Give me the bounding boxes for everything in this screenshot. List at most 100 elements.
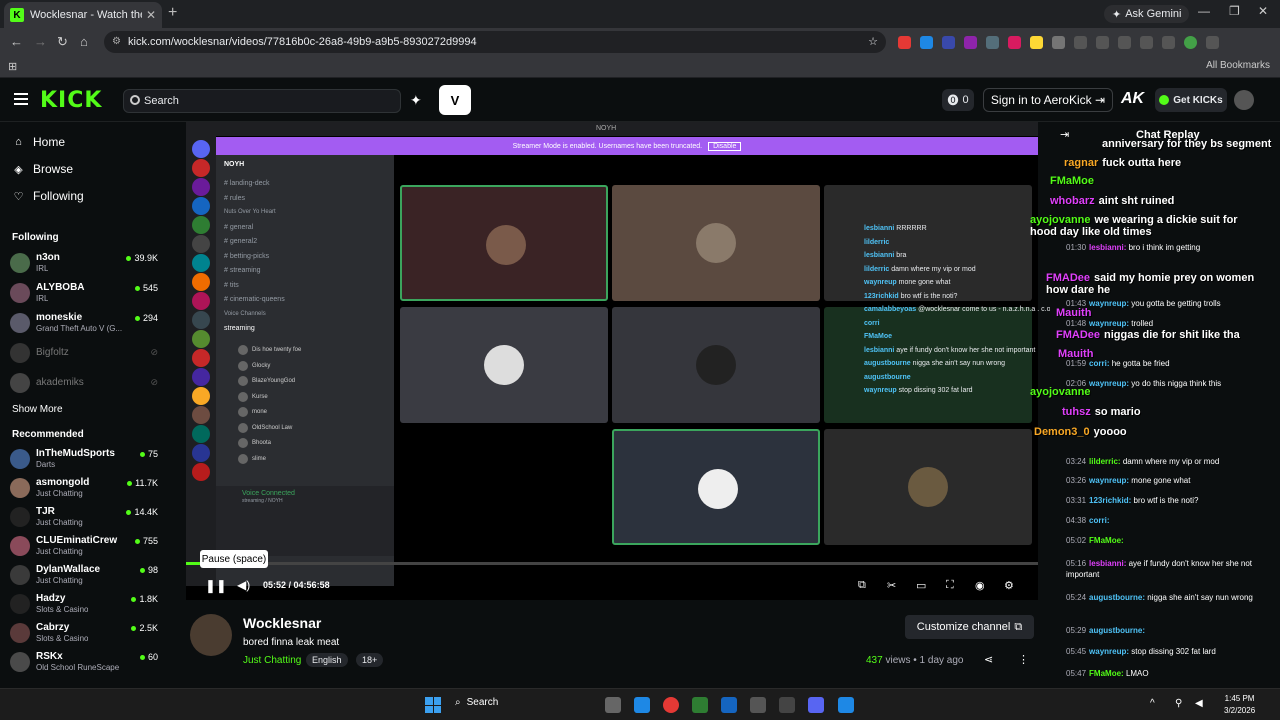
chat-username[interactable]: ayojovanne [1030, 214, 1091, 226]
link-icon[interactable] [1096, 36, 1109, 49]
chat-username[interactable]: lesbianni: [1089, 243, 1126, 252]
search-input[interactable]: Search [123, 89, 401, 113]
theater-mode-icon[interactable]: ▭ [916, 579, 926, 592]
sidebar-channel[interactable]: DylanWallace Just Chatting 98 [10, 562, 162, 590]
extension-icon[interactable] [1008, 36, 1021, 49]
menu-hamburger-icon[interactable] [14, 93, 28, 105]
chat-username[interactable]: waynreup: [1089, 647, 1129, 656]
collapse-chat-icon[interactable]: ⇥ [1060, 128, 1069, 141]
extension-icon[interactable] [920, 36, 933, 49]
fullscreen-icon[interactable]: ⛶ [946, 579, 954, 592]
windows-start-icon[interactable] [425, 697, 441, 713]
bookmarks-icon[interactable] [1118, 36, 1131, 49]
chat-username[interactable]: augustbourne: [1089, 593, 1145, 602]
discord-icon[interactable] [808, 697, 824, 713]
chat-username[interactable]: waynreup: [1089, 299, 1129, 308]
reload-icon[interactable]: ↻ [57, 34, 68, 50]
aerokick-logo[interactable]: AK [1121, 90, 1144, 108]
back-icon[interactable]: ← [10, 34, 23, 49]
new-tab-button[interactable]: + [168, 4, 177, 22]
sidebar-channel[interactable]: RSKx Old School RuneScape 60 [10, 649, 162, 677]
sidebar-channel[interactable]: Cabrzy Slots & Casino 2.5K [10, 620, 162, 648]
chat-username[interactable]: augustbourne: [1089, 626, 1145, 635]
sidebar-channel[interactable]: asmongold Just Chatting 11.7K [10, 475, 162, 503]
download-icon[interactable] [1140, 36, 1153, 49]
bookmark-star-icon[interactable]: ☆ [868, 35, 878, 48]
tray-chevron-icon[interactable]: ^ [1150, 698, 1155, 709]
extension-icon[interactable] [986, 36, 999, 49]
sign-in-button[interactable]: Sign in to AeroKick ⇥ [983, 88, 1113, 112]
kick-logo[interactable]: KICK [40, 88, 102, 113]
volume-tray-icon[interactable]: ◀ [1195, 698, 1203, 709]
sidebar-channel[interactable]: InTheMudSports Darts 75 [10, 446, 162, 474]
pause-icon[interactable]: ❚❚ [205, 578, 227, 594]
sidebar-channel[interactable]: n3on IRL 39.9K [10, 250, 162, 278]
show-more-button[interactable]: Show More [12, 404, 63, 415]
browser-tab[interactable]: K Wocklesnar - Watch the VO ✕ [4, 2, 162, 28]
sidebar-channel[interactable]: moneskie Grand Theft Auto V (G... 294 [10, 310, 162, 338]
close-window-button[interactable]: ✕ [1258, 4, 1268, 18]
chat-username[interactable]: corri: [1089, 516, 1109, 525]
menu-kebab-icon[interactable] [1206, 36, 1219, 49]
sidebar-channel[interactable]: Hadzy Slots & Casino 1.8K [10, 591, 162, 619]
chat-username[interactable]: waynreup: [1089, 319, 1129, 328]
share-icon[interactable]: ⋖ [984, 653, 993, 666]
chat-username[interactable]: FMADee [1056, 329, 1100, 341]
sidebar-channel[interactable]: akademiks ⊘ [10, 370, 162, 398]
pip-icon[interactable]: ⧉ [858, 579, 866, 592]
task-view-icon[interactable] [605, 697, 621, 713]
chrome-icon[interactable] [663, 697, 679, 713]
chat-username[interactable]: lesbianni: [1089, 559, 1126, 568]
chat-username[interactable]: FMaMoe: [1089, 669, 1124, 678]
ask-gemini-button[interactable]: ✦ Ask Gemini [1104, 5, 1190, 23]
sidebar-channel[interactable]: Bigfoltz ⊘ [10, 340, 162, 368]
sidebar-item-browse[interactable]: ◈ Browse [12, 162, 73, 176]
notifications-button[interactable]: ⓿ 0 [942, 89, 974, 111]
steam-icon[interactable] [721, 697, 737, 713]
chat-username[interactable]: waynreup: [1089, 476, 1129, 485]
sidebar-channel[interactable]: TJR Just Chatting 14.4K [10, 504, 162, 532]
user-avatar[interactable] [1234, 90, 1254, 110]
chat-username[interactable]: tuhsz [1062, 406, 1091, 418]
clip-icon[interactable]: ✂ [887, 579, 896, 592]
chat-username[interactable]: Demon3_0 [1034, 426, 1090, 438]
app-icon[interactable] [838, 697, 854, 713]
app-icon[interactable] [779, 697, 795, 713]
minimize-window-button[interactable]: — [1198, 4, 1210, 18]
get-kicks-button[interactable]: Get KICKs [1155, 88, 1227, 112]
system-clock[interactable]: 1:45 PM 3/2/2026 [1224, 693, 1255, 717]
volume-icon[interactable]: ◀) [237, 578, 250, 592]
chat-username[interactable]: FMaMoe [1050, 175, 1094, 187]
chat-username[interactable]: ragnar [1064, 157, 1098, 169]
sparkle-icon[interactable]: ✦ [410, 92, 422, 109]
app-icon[interactable] [692, 697, 708, 713]
extension-icon[interactable] [898, 36, 911, 49]
sidebar-item-following[interactable]: ♡ Following [12, 189, 84, 203]
site-info-icon[interactable]: ⚙ [112, 36, 121, 47]
chat-username[interactable]: waynreup: [1089, 379, 1129, 388]
settings-icon[interactable]: ⚙ [1004, 579, 1014, 592]
video-player[interactable]: NOYH Streamer Mode is enabled. Usernames… [186, 122, 1086, 600]
chat-username[interactable]: 123richkid: [1089, 496, 1131, 505]
extension-icon[interactable] [1030, 36, 1043, 49]
channel-avatar[interactable] [190, 614, 232, 656]
forward-icon[interactable]: → [34, 34, 47, 49]
close-tab-icon[interactable]: ✕ [146, 8, 156, 22]
home-browser-icon[interactable]: ⌂ [80, 34, 88, 49]
more-options-icon[interactable]: ⋮ [1018, 653, 1029, 666]
extension-icon[interactable] [942, 36, 955, 49]
sidebar-channel[interactable]: CLUEminatiCrew Just Chatting 755 [10, 533, 162, 561]
chat-username[interactable]: FMaMoe: [1089, 536, 1124, 545]
maximize-window-button[interactable]: ❐ [1229, 4, 1240, 18]
category-link[interactable]: Just Chatting [243, 655, 301, 666]
ccleaner-icon[interactable] [750, 697, 766, 713]
extension-icon[interactable] [964, 36, 977, 49]
progress-bar[interactable] [186, 562, 1038, 565]
chat-username[interactable]: FMADee [1046, 272, 1090, 284]
tag-mature[interactable]: 18+ [356, 653, 384, 667]
customize-channel-button[interactable]: Customize channel ⧉ [905, 615, 1034, 639]
chat-username[interactable]: lilderric: [1089, 457, 1121, 466]
sidebar-item-home[interactable]: ⌂ Home [12, 135, 65, 149]
reading-list-icon[interactable] [1074, 36, 1087, 49]
edge-icon[interactable] [634, 697, 650, 713]
